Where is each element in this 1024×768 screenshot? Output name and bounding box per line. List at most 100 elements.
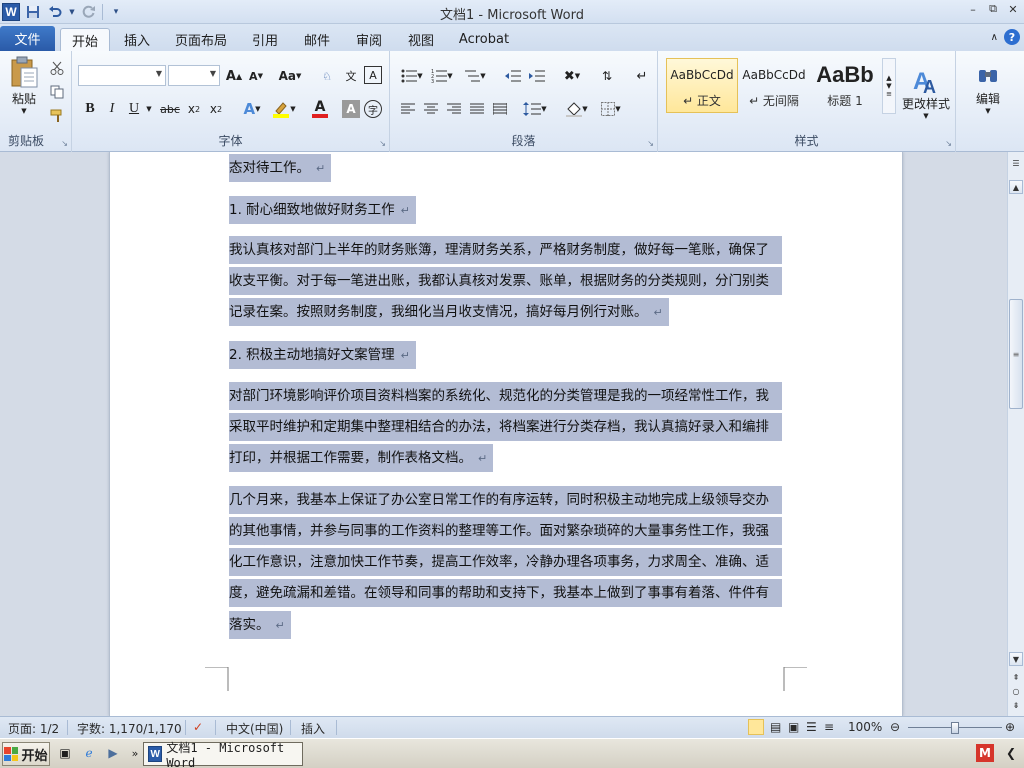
outline-view-icon[interactable]: ☰ [806, 720, 817, 734]
phonetic-guide-icon[interactable]: 文 [340, 66, 362, 86]
paste-button[interactable]: 粘贴 ▼ [4, 55, 44, 115]
minimize-ribbon-icon[interactable]: ∧ [991, 32, 998, 43]
zoom-level[interactable]: 100% [848, 720, 882, 734]
doc-line[interactable]: 记录在案。按照财务制度，我细化当月收支情况，搞好每月例行对账。 ↵ [229, 298, 669, 326]
doc-line[interactable]: 落实。 ↵ [229, 611, 291, 639]
distributed-icon[interactable] [490, 99, 510, 119]
style-normal[interactable]: AaBbCcDd ↵ 正文 [666, 58, 738, 113]
character-shading-icon[interactable]: A [342, 100, 360, 118]
tray-expand-icon[interactable]: ❮ [1002, 744, 1020, 762]
vertical-scrollbar[interactable]: ☰ ▲ ≡ ▼ ⇞ ○ ⇟ [1007, 152, 1024, 716]
tray-app-icon[interactable]: M [976, 744, 994, 762]
strikethrough-icon[interactable]: abc [158, 99, 182, 119]
copy-icon[interactable] [48, 83, 66, 101]
font-size-combo[interactable]: ▼ [168, 65, 220, 86]
doc-line[interactable]: 对部门环境影响评价项目资料档案的系统化、规范化的分类管理是我的一项经常性工作，我 [229, 382, 782, 410]
font-color-icon[interactable]: A [306, 99, 334, 119]
multilevel-list-icon[interactable]: ▼ [460, 66, 490, 86]
tab-mailings[interactable]: 邮件 [294, 28, 340, 51]
zoom-out-icon[interactable]: ⊖ [890, 720, 900, 734]
web-layout-view-icon[interactable]: ▣ [788, 720, 799, 734]
text-effects-icon[interactable]: A ▼ [238, 99, 266, 119]
styles-dialog-launcher-icon[interactable]: ↘ [945, 139, 952, 148]
print-layout-view-icon[interactable] [748, 719, 764, 735]
zoom-slider-thumb[interactable] [951, 722, 959, 734]
select-browse-object-icon[interactable]: ○ [1009, 684, 1023, 698]
format-painter-icon[interactable] [48, 107, 66, 125]
increase-indent-icon[interactable] [526, 66, 548, 86]
doc-line[interactable]: 几个月来，我基本上保证了办公室日常工作的有序运转，同时积极主动地完成上级领导交办 [229, 486, 782, 514]
enclose-characters-icon[interactable]: 字 [364, 100, 382, 118]
doc-line[interactable]: 态对待工作。 ↵ [229, 154, 332, 182]
restore-icon[interactable]: ⧉ [986, 2, 1000, 16]
page-indicator[interactable]: 页面: 1/2 [8, 720, 59, 737]
change-case-icon[interactable]: Aa ▼ [276, 66, 304, 86]
show-desktop-icon[interactable]: ▣ [56, 744, 74, 762]
styles-gallery-scroll[interactable]: ▲ ▼ ≡ [882, 58, 896, 114]
doc-line[interactable]: 收支平衡。对于每一笔进出账，我都认真核对发票、账单，根据财务的分类规则，分门别类 [229, 267, 782, 295]
more-quicklaunch-icon[interactable]: » [126, 744, 144, 762]
tab-view[interactable]: 视图 [398, 28, 444, 51]
bullets-icon[interactable]: ▼ [398, 66, 426, 86]
styles-down-icon[interactable]: ▼ [886, 82, 891, 90]
borders-icon[interactable]: ▼ [596, 99, 626, 119]
tab-references[interactable]: 引用 [242, 28, 288, 51]
change-styles-button[interactable]: AA 更改样式 ▼ [900, 57, 952, 127]
tab-page-layout[interactable]: 页面布局 [166, 28, 236, 51]
styles-more-icon[interactable]: ≡ [886, 90, 892, 98]
next-page-icon[interactable]: ⇟ [1009, 698, 1023, 712]
paragraph-dialog-launcher-icon[interactable]: ↘ [647, 139, 654, 148]
start-button[interactable]: 开始 [2, 742, 50, 766]
scroll-up-icon[interactable]: ▲ [1009, 180, 1023, 194]
asian-layout-icon[interactable]: ✖ ▼ [558, 66, 586, 86]
tab-home[interactable]: 开始 [60, 28, 110, 51]
close-icon[interactable]: ✕ [1006, 2, 1020, 16]
style-heading-1[interactable]: AaBb 标题 1 [810, 58, 880, 113]
bold-icon[interactable]: B [80, 99, 100, 119]
zoom-in-icon[interactable]: ⊕ [1005, 720, 1015, 734]
style-no-spacing[interactable]: AaBbCcDd ↵ 无间隔 [738, 58, 810, 113]
show-hide-marks-icon[interactable]: ↵ [632, 66, 652, 86]
decrease-indent-icon[interactable] [502, 66, 524, 86]
italic-icon[interactable]: I [102, 99, 122, 119]
line-spacing-icon[interactable]: ▼ [520, 99, 550, 119]
taskbar-word-window[interactable]: W 文档1 - Microsoft Word [143, 741, 303, 768]
doc-line[interactable]: 采取平时维护和定期集中整理相结合的办法，将档案进行分类存档，我认真搞好录入和编排 [229, 413, 782, 441]
shading-icon[interactable]: ▼ [562, 99, 592, 119]
align-center-icon[interactable] [421, 99, 441, 119]
doc-heading-line[interactable]: 2. 积极主动地搞好文案管理 ↵ [229, 341, 416, 369]
highlight-color-icon[interactable]: ▼ [270, 99, 298, 119]
tab-acrobat[interactable]: Acrobat [452, 28, 516, 51]
tab-file[interactable]: 文件 [0, 26, 55, 51]
shrink-font-icon[interactable]: A ▼ [246, 66, 266, 86]
help-icon[interactable]: ? [1004, 29, 1020, 45]
previous-page-icon[interactable]: ⇞ [1009, 670, 1023, 684]
align-left-icon[interactable] [398, 99, 418, 119]
tab-review[interactable]: 审阅 [346, 28, 392, 51]
internet-explorer-icon[interactable]: ℯ [80, 744, 98, 762]
font-name-combo[interactable]: ▼ [78, 65, 166, 86]
draft-view-icon[interactable]: ≡ [824, 720, 834, 734]
insert-mode[interactable]: 插入 [301, 720, 325, 737]
numbering-icon[interactable]: 1 2 3 ▼ [428, 66, 456, 86]
font-dialog-launcher-icon[interactable]: ↘ [379, 139, 386, 148]
doc-line[interactable]: 打印，并根据工作需要，制作表格文档。 ↵ [229, 444, 494, 472]
doc-line[interactable]: 的其他事情，并参与同事的工作资料的整理等工作。面对繁杂琐碎的大量事务性工作，我强 [229, 517, 782, 545]
proofing-icon[interactable]: ✓ [193, 720, 203, 734]
editing-button[interactable]: 编辑 ▼ [964, 57, 1012, 123]
language-indicator[interactable]: 中文(中国) [226, 720, 283, 737]
styles-up-icon[interactable]: ▲ [886, 74, 891, 82]
scroll-thumb[interactable]: ≡ [1009, 299, 1023, 409]
cut-icon[interactable] [48, 59, 66, 77]
underline-dropdown-icon[interactable]: ▼ [144, 99, 154, 119]
minimize-icon[interactable]: – [966, 2, 980, 16]
tab-insert[interactable]: 插入 [113, 28, 161, 51]
media-player-icon[interactable]: ▶ [104, 744, 122, 762]
doc-line[interactable]: 化工作意识，注意加快工作节奏，提高工作效率，冷静办理各项事务，力求周全、准确、适 [229, 548, 782, 576]
underline-icon[interactable]: U [124, 99, 144, 119]
align-right-icon[interactable] [444, 99, 464, 119]
full-screen-reading-view-icon[interactable]: ▤ [770, 720, 781, 734]
clear-formatting-icon[interactable]: ♘ [316, 66, 338, 86]
sort-icon[interactable]: ⇅ [596, 66, 618, 86]
justify-icon[interactable] [467, 99, 487, 119]
